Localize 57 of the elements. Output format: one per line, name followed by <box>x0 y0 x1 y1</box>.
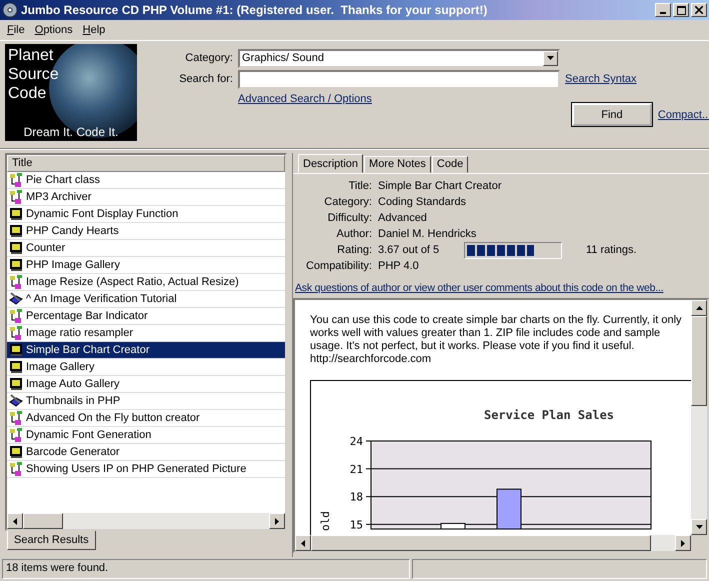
window-title: Jumbo Resource CD PHP Volume #1: (Registered user. Thanks for your support!) <box>21 3 488 17</box>
result-row[interactable]: Dynamic Font Generation <box>7 427 285 444</box>
detail-value: Simple Bar Chart Creator <box>378 180 502 192</box>
search-syntax-link[interactable]: Search Syntax <box>565 73 637 85</box>
detail-value: Coding Standards <box>378 196 466 208</box>
result-row[interactable]: Percentage Bar Indicator <box>7 308 285 325</box>
menu-item[interactable]: Help <box>78 24 110 36</box>
detail-label: Title: <box>348 180 372 192</box>
menu-item[interactable]: Options <box>30 24 78 36</box>
result-row[interactable]: Dynamic Font Display Function <box>7 206 285 223</box>
detail-label: Author: <box>336 228 372 240</box>
detail-label: Compatibility: <box>304 260 372 272</box>
result-row[interactable]: Thumbnails in PHP <box>7 393 285 410</box>
y-tick-label: 21 <box>350 462 363 476</box>
result-row[interactable]: PHP Candy Hearts <box>7 223 285 240</box>
rating-count: 11 ratings. <box>586 244 638 256</box>
detail-label: Difficulty: <box>326 212 372 224</box>
search-label: Search for: <box>178 73 233 85</box>
result-row[interactable]: PHP Image Gallery <box>7 257 285 274</box>
logo: Planet Source Code Dream It. Code It. <box>5 44 137 141</box>
category-label: Category: <box>184 52 233 64</box>
compact-link[interactable]: Compact... <box>658 108 709 120</box>
y-tick-label: 24 <box>350 435 363 448</box>
result-row[interactable]: ^ An Image Verification Tutorial <box>7 291 285 308</box>
url-text: http://searchforcode.com <box>310 353 432 366</box>
detail-value: PHP 4.0 <box>378 260 420 272</box>
detail-value: 3.67 out of 5 <box>378 244 440 256</box>
detail-value: Advanced <box>378 212 428 224</box>
result-row[interactable]: Pie Chart class <box>7 172 285 189</box>
detail-label: Rating: <box>336 244 372 256</box>
result-row[interactable]: MP3 Archiver <box>7 189 285 206</box>
result-row[interactable]: Showing Users IP on PHP Generated Picture <box>7 461 285 478</box>
menu-item[interactable]: File <box>2 24 30 36</box>
result-row[interactable]: Advanced On the Fly button creator <box>7 410 285 427</box>
description-text: You can use this code to create simple bar charts on the fly. Currently, it only works well with values greater than 1. ZIP file includes code and sample usage. It's not perfect, but it works. Please vote if you find it useful. <box>310 314 683 353</box>
detail-label: Category: <box>323 196 372 208</box>
y-axis-label: old <box>319 511 332 531</box>
result-row[interactable]: Counter <box>7 240 285 257</box>
y-tick-label: 18 <box>350 490 363 504</box>
search-results-tab[interactable]: Search Results <box>7 531 96 550</box>
advanced-search-link[interactable]: Advanced Search / Options <box>238 93 372 105</box>
detail-value: Daniel M. Hendricks <box>378 228 476 240</box>
result-row[interactable]: Simple Bar Chart Creator <box>7 342 285 359</box>
status-text: 18 items were found. <box>2 559 410 579</box>
category-dropdown[interactable]: Graphics/ Sound <box>238 48 560 68</box>
y-tick-label: 15 <box>350 518 363 532</box>
find-button[interactable]: Find <box>572 103 652 126</box>
detail-tab[interactable]: More Notes <box>364 156 431 173</box>
detail-tab[interactable]: Code <box>432 156 468 173</box>
column-header[interactable]: Title <box>7 155 285 172</box>
chart-title: Service Plan Sales <box>484 408 614 422</box>
result-row[interactable]: Barcode Generator <box>7 444 285 461</box>
result-row[interactable]: Image Auto Gallery <box>7 376 285 393</box>
result-row[interactable]: Image Gallery <box>7 359 285 376</box>
detail-tab[interactable]: Description <box>298 154 364 173</box>
result-row[interactable]: Image Resize (Aspect Ratio, Actual Resize) <box>7 274 285 291</box>
comments-link[interactable]: Ask questions of author or view other user comments about this code on the web... <box>295 282 709 294</box>
